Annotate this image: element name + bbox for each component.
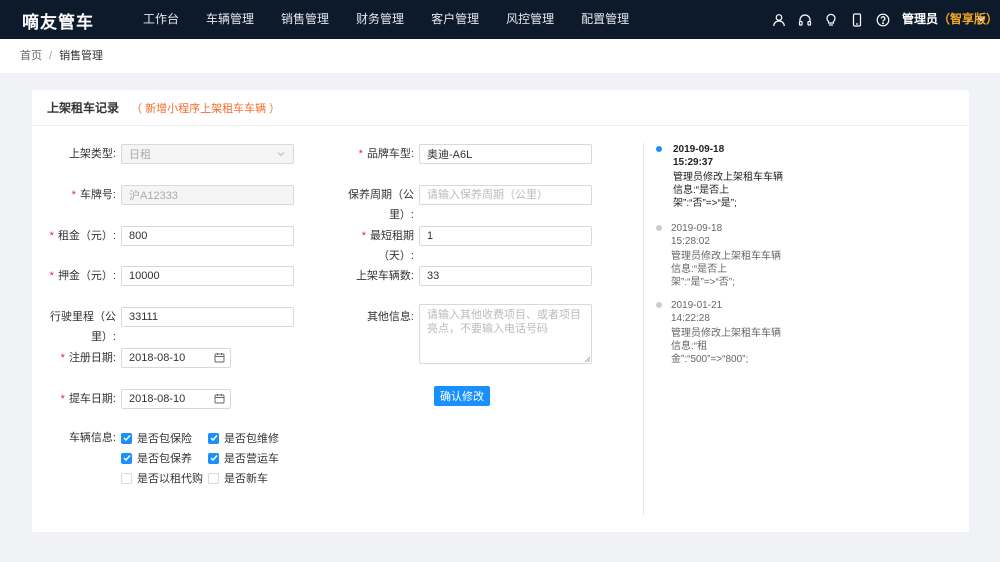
checkbox-box[interactable]	[208, 452, 219, 464]
checkbox-label: 是否以租代购	[137, 473, 203, 485]
breadcrumb-home[interactable]: 首页	[20, 39, 42, 73]
top-navbar: 嘀友管车 工作台 车辆管理 销售管理 财务管理 客户管理 风控管理 配置管理 管…	[0, 0, 1000, 39]
plate-label: * 车牌号:	[71, 189, 116, 201]
timeline-time: 15:28:02	[671, 236, 710, 247]
mileage-label: 行驶里程（公里）:	[50, 311, 116, 343]
rent-label: * 租金（元）:	[49, 230, 116, 242]
calendar-icon[interactable]	[214, 393, 225, 404]
timeline-dot	[656, 225, 662, 231]
checkbox-label: 是否新车	[224, 473, 268, 485]
mobile-icon[interactable]	[850, 12, 864, 27]
user-version: （智享版）	[938, 12, 999, 26]
topbar-icons	[760, 0, 890, 39]
breadcrumb: 首页 / 销售管理	[0, 39, 1000, 73]
timeline-date: 2019-09-18	[673, 144, 725, 155]
timeline-dot-active	[656, 146, 662, 152]
user-name: 管理员	[902, 12, 939, 26]
main-nav: 工作台 车辆管理 销售管理 财务管理 客户管理 风控管理 配置管理	[143, 0, 656, 39]
checkbox-label: 是否营运车	[224, 453, 279, 465]
nav-item-config[interactable]: 配置管理	[581, 0, 629, 39]
card-subtitle: （ 新增小程序上架租车车辆 ）	[131, 102, 281, 115]
card-header: 上架租车记录 （ 新增小程序上架租车车辆 ）	[32, 90, 969, 126]
listing-type-label: 上架类型:	[68, 148, 116, 160]
checkbox-box[interactable]	[208, 472, 219, 484]
checkbox-box[interactable]	[121, 472, 132, 484]
nav-item-risk[interactable]: 风控管理	[506, 0, 554, 39]
checkbox-commercial[interactable]: 是否营运车	[208, 451, 279, 465]
count-input[interactable]	[419, 266, 592, 286]
timeline-time: 14:22:28	[671, 313, 710, 324]
other-info-textarea[interactable]	[419, 304, 592, 364]
nav-item-vehicles[interactable]: 车辆管理	[206, 0, 254, 39]
timeline-line	[643, 143, 644, 515]
user-icon[interactable]	[772, 13, 786, 27]
count-label: 上架车辆数:	[355, 270, 414, 282]
checkbox-label: 是否包保养	[137, 453, 192, 465]
timeline-message: 管理员修改上架租车车辆信息:“是否上架”:“否”=>“是”;	[673, 172, 783, 209]
timeline-date: 2019-09-18	[671, 223, 723, 234]
nav-item-customers[interactable]: 客户管理	[431, 0, 479, 39]
nav-item-workbench[interactable]: 工作台	[143, 0, 179, 39]
app-logo[interactable]: 嘀友管车	[22, 8, 94, 33]
headset-icon[interactable]	[798, 13, 812, 27]
min-rent-input[interactable]	[419, 226, 592, 246]
nav-item-finance[interactable]: 财务管理	[356, 0, 404, 39]
bulb-icon[interactable]	[824, 13, 838, 27]
reg-date-label: * 注册日期:	[60, 352, 116, 364]
timeline-time: 15:29:37	[673, 157, 714, 168]
breadcrumb-separator: /	[49, 50, 53, 62]
chevron-down-icon[interactable]	[976, 14, 986, 24]
timeline-dot	[656, 302, 662, 308]
checkbox-box[interactable]	[208, 432, 219, 444]
mileage-input[interactable]	[121, 307, 294, 327]
rent-input[interactable]	[121, 226, 294, 246]
checkbox-repair[interactable]: 是否包维修	[208, 431, 279, 445]
breadcrumb-current: 销售管理	[59, 50, 104, 62]
brand-input[interactable]	[419, 144, 592, 164]
checkbox-label: 是否包维修	[224, 433, 279, 445]
plate-input[interactable]	[121, 185, 294, 205]
nav-item-sales[interactable]: 销售管理	[281, 0, 329, 39]
other-info-label: 其他信息:	[366, 311, 414, 323]
maintenance-label: 保养周期（公里）:	[348, 189, 414, 221]
resize-handle-icon[interactable]	[584, 356, 590, 362]
maintenance-input[interactable]	[419, 185, 592, 205]
timeline-item: 2019-09-18 15:28:02 管理员修改上架租车车辆信息:“是否上架”…	[671, 222, 781, 289]
chevron-down-icon	[277, 152, 285, 157]
timeline-message: 管理员修改上架租车车辆信息:“租金”:“500”=>“800”;	[671, 328, 781, 365]
deposit-label: * 押金（元）:	[49, 270, 116, 282]
timeline-date: 2019-01-21	[671, 300, 723, 311]
card-title: 上架租车记录	[47, 101, 120, 115]
checkbox-insurance[interactable]: 是否包保险	[121, 431, 192, 445]
help-icon[interactable]	[876, 13, 890, 27]
listing-type-select[interactable]	[121, 144, 294, 164]
timeline-item: 2019-09-18 15:29:37 管理员修改上架租车车辆信息:“是否上架”…	[673, 143, 783, 210]
deposit-input[interactable]	[121, 266, 294, 286]
checkbox-new-car[interactable]: 是否新车	[208, 471, 268, 485]
checkbox-box[interactable]	[121, 432, 132, 444]
confirm-edit-button[interactable]: 确认修改	[434, 386, 490, 406]
checkbox-rent-to-own[interactable]: 是否以租代购	[121, 471, 203, 485]
min-rent-label: * 最短租期（天）:	[361, 230, 414, 262]
brand-label: * 品牌车型:	[358, 148, 414, 160]
timeline-item: 2019-01-21 14:22:28 管理员修改上架租车车辆信息:“租金”:“…	[671, 299, 781, 366]
pickup-date-label: * 提车日期:	[60, 393, 116, 405]
checkbox-label: 是否包保险	[137, 433, 192, 445]
timeline-message: 管理员修改上架租车车辆信息:“是否上架”:“是”=>“否”;	[671, 251, 781, 288]
checkbox-maintenance[interactable]: 是否包保养	[121, 451, 192, 465]
calendar-icon[interactable]	[214, 352, 225, 363]
checkbox-box[interactable]	[121, 452, 132, 464]
vehicle-info-label: 车辆信息:	[68, 432, 116, 444]
